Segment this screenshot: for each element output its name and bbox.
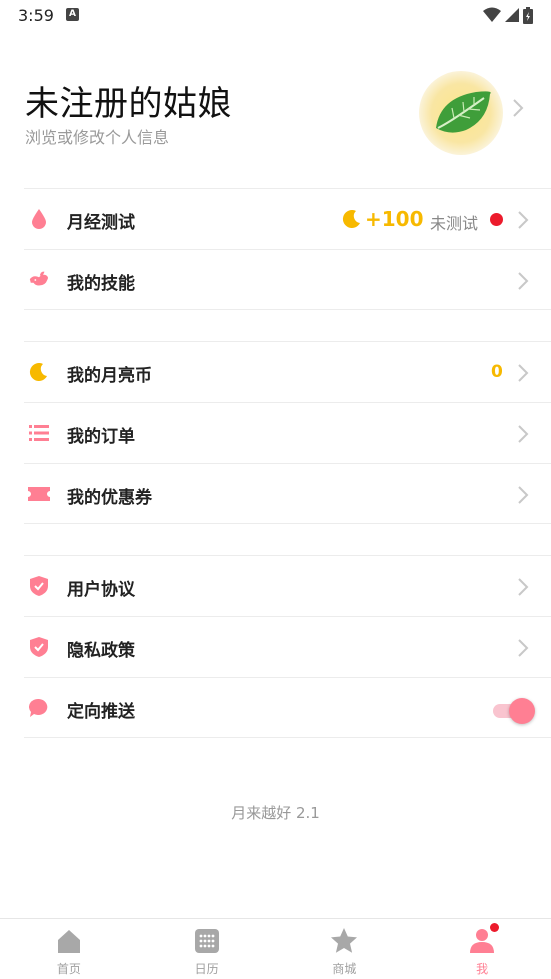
battery-icon [523, 6, 533, 24]
menu-item-my-orders[interactable]: 我的订单 [24, 402, 551, 463]
chevron-right-icon [518, 211, 529, 229]
menu-section-health: 月经测试 +100 未测试 我的技能 [24, 188, 551, 310]
menu-item-my-skills[interactable]: 我的技能 [24, 249, 551, 310]
leaf-icon[interactable] [418, 70, 504, 156]
chat-bubble-icon [28, 697, 50, 719]
menu-item-my-coupons[interactable]: 我的优惠券 [24, 463, 551, 524]
tab-home[interactable]: 首页 [0, 919, 138, 979]
tab-label: 日历 [194, 962, 219, 976]
profile-subtitle: 浏览或修改个人信息 [25, 128, 170, 147]
tab-label: 我 [476, 962, 489, 976]
tab-shop[interactable]: 商城 [276, 919, 414, 979]
list-icon [28, 422, 50, 444]
shield-check-icon [28, 575, 50, 597]
reward-value: +100 [365, 207, 424, 231]
push-toggle[interactable] [493, 696, 535, 724]
moon-coin-balance: 0 [491, 362, 503, 382]
chevron-right-icon [518, 639, 529, 657]
shield-check-icon [28, 636, 50, 658]
menu-item-targeted-push: 定向推送 [24, 677, 551, 738]
bottom-tab-bar: 首页 日历 商城 我 [0, 918, 551, 979]
menu-item-privacy-policy[interactable]: 隐私政策 [24, 616, 551, 677]
test-status: 未测试 [430, 214, 479, 233]
menu-item-user-agreement[interactable]: 用户协议 [24, 555, 551, 616]
menu-item-period-test[interactable]: 月经测试 +100 未测试 [24, 188, 551, 249]
status-bar: 3:59 A [0, 0, 551, 32]
chevron-right-icon [518, 578, 529, 596]
chevron-right-icon [518, 272, 529, 290]
menu-label: 我的月亮币 [67, 366, 152, 386]
tab-label: 商城 [332, 962, 357, 976]
menu-label: 我的优惠券 [67, 488, 152, 508]
home-icon [57, 930, 80, 953]
menu-section-settings: 用户协议 隐私政策 定向推送 [24, 555, 551, 738]
rabbit-icon [28, 269, 50, 291]
calendar-icon [194, 929, 219, 953]
profile-header[interactable]: 未注册的姑娘 浏览或修改个人信息 [0, 62, 551, 172]
tab-calendar[interactable]: 日历 [138, 919, 276, 979]
status-time: 3:59 [18, 6, 54, 25]
drop-icon [28, 208, 50, 230]
tab-me[interactable]: 我 [413, 919, 551, 979]
menu-label: 我的订单 [67, 427, 135, 447]
status-dot [490, 213, 503, 226]
signal-icon [505, 8, 519, 22]
tab-label: 首页 [56, 962, 81, 976]
chevron-right-icon [518, 364, 529, 382]
status-icons [483, 6, 533, 24]
notification-dot [490, 923, 500, 932]
menu-section-account: 我的月亮币 0 我的订单 我的优惠券 [24, 341, 551, 524]
moon-icon [342, 210, 360, 229]
profile-name: 未注册的姑娘 [25, 84, 232, 124]
chevron-right-icon [518, 486, 529, 504]
app-version: 月来越好 2.1 [231, 804, 320, 822]
wifi-icon [483, 7, 501, 22]
toggle-knob [509, 698, 535, 724]
menu-label: 用户协议 [67, 580, 135, 600]
menu-item-moon-coins[interactable]: 我的月亮币 0 [24, 341, 551, 402]
menu-label: 定向推送 [67, 702, 135, 722]
menu-label: 月经测试 [67, 213, 135, 233]
menu-label: 我的技能 [67, 274, 135, 294]
moon-icon [28, 361, 50, 383]
chevron-right-icon [513, 99, 524, 117]
notification-icon: A [66, 8, 79, 21]
chevron-right-icon [518, 425, 529, 443]
menu-label: 隐私政策 [67, 641, 135, 661]
star-icon [331, 928, 358, 953]
ticket-icon [28, 483, 50, 505]
